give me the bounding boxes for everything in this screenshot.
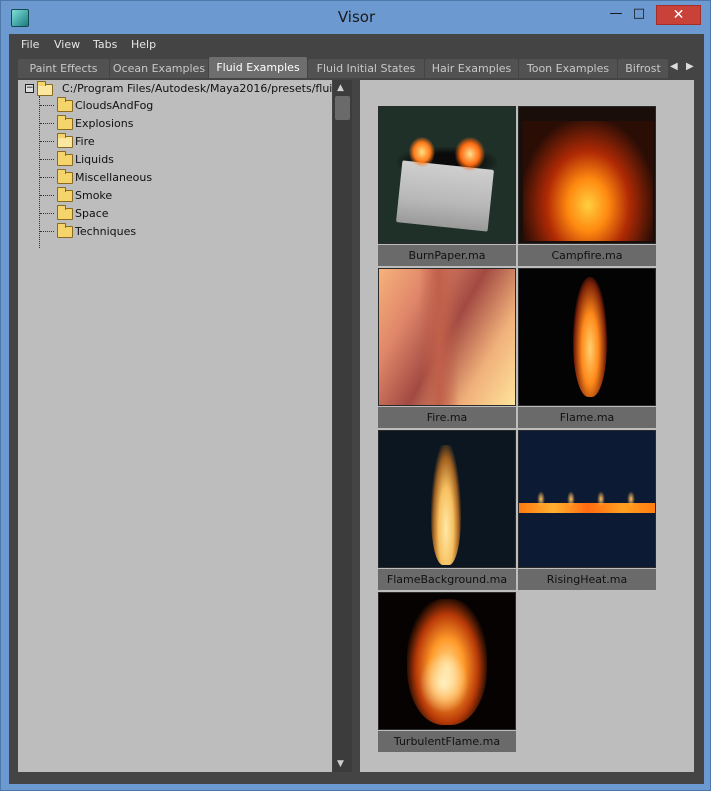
thumbnail-caption: Fire.ma: [378, 407, 516, 428]
thumbnail-caption: Flame.ma: [518, 407, 656, 428]
thumbnail-image[interactable]: [378, 592, 516, 730]
thumbnail-caption: RisingHeat.ma: [518, 569, 656, 590]
tree-connector: [40, 123, 54, 124]
menu-file[interactable]: File: [21, 38, 39, 51]
thumbnail-image[interactable]: [378, 106, 516, 244]
tree-root-path[interactable]: C:/Program Files/Autodesk/Maya2016/prese…: [62, 82, 332, 95]
thumbnail-image[interactable]: [518, 268, 656, 406]
art-flame: [573, 277, 607, 397]
tree-item-techniques[interactable]: Techniques: [75, 225, 136, 238]
tree-connector: [40, 105, 54, 106]
tree-connector: [40, 159, 54, 160]
tree-item-space[interactable]: Space: [75, 207, 109, 220]
thumbnail-turbulentflame[interactable]: TurbulentFlame.ma: [378, 592, 516, 754]
close-button[interactable]: ✕: [656, 5, 701, 25]
tree-scrollbar[interactable]: ▲ ▼: [333, 80, 352, 772]
tree-item-cloudsandfog[interactable]: CloudsAndFog: [75, 99, 153, 112]
thumbnail-image[interactable]: [518, 430, 656, 568]
art-flame: [455, 137, 485, 171]
tab-scroll-right-icon[interactable]: ▶: [686, 61, 694, 72]
tab-fluid-initial-states[interactable]: Fluid Initial States: [308, 59, 424, 78]
tree-item-smoke[interactable]: Smoke: [75, 189, 112, 202]
scrollbar-thumb[interactable]: [335, 96, 350, 120]
art-ember: [567, 491, 575, 507]
art-band: [419, 269, 459, 405]
art-flame-core: [419, 653, 469, 713]
menu-tabs[interactable]: Tabs: [93, 38, 117, 51]
thumbnail-burnpaper[interactable]: BurnPaper.ma: [378, 106, 516, 268]
menu-view[interactable]: View: [54, 38, 80, 51]
folder-icon: [57, 223, 73, 238]
thumbnail-image[interactable]: [378, 430, 516, 568]
thumbnail-flame[interactable]: Flame.ma: [518, 268, 656, 430]
tree-item-miscellaneous[interactable]: Miscellaneous: [75, 171, 152, 184]
menu-bar: File View Tabs Help: [9, 34, 704, 56]
thumbnail-flamebackground[interactable]: FlameBackground.ma: [378, 430, 516, 592]
tab-scroll-left-icon[interactable]: ◀: [670, 61, 678, 72]
visor-client-area: File View Tabs Help Paint Effects Ocean …: [9, 34, 704, 784]
art-ember: [627, 491, 635, 507]
thumbnail-caption: FlameBackground.ma: [378, 569, 516, 590]
tab-toon-examples[interactable]: Toon Examples: [519, 59, 617, 78]
thumbnail-grid: BurnPaper.ma Campfire.ma Fire.ma Flame.m…: [360, 80, 694, 772]
tree-item-liquids[interactable]: Liquids: [75, 153, 114, 166]
thumbnail-caption: Campfire.ma: [518, 245, 656, 266]
visor-window: Visor — □ ✕ File View Tabs Help Paint Ef…: [0, 0, 711, 791]
thumbnail-image[interactable]: [378, 268, 516, 406]
tab-ocean-examples[interactable]: Ocean Examples: [110, 59, 208, 78]
tree-connector: [40, 195, 54, 196]
tree-connector: [40, 231, 54, 232]
folder-icon: [57, 151, 73, 166]
art-flame: [431, 445, 461, 565]
folder-icon: [57, 187, 73, 202]
scroll-down-icon[interactable]: ▼: [337, 759, 344, 769]
tree-item-explosions[interactable]: Explosions: [75, 117, 133, 130]
thumbnail-fire[interactable]: Fire.ma: [378, 268, 516, 430]
folder-icon: [57, 205, 73, 220]
tab-fluid-examples[interactable]: Fluid Examples: [209, 57, 307, 78]
menu-help[interactable]: Help: [131, 38, 156, 51]
thumbnail-caption: TurbulentFlame.ma: [378, 731, 516, 752]
folder-icon: [57, 97, 73, 112]
tab-hair-examples[interactable]: Hair Examples: [425, 59, 518, 78]
collapse-toggle-icon[interactable]: −: [25, 84, 34, 93]
tab-bifrost[interactable]: Bifrost: [618, 59, 668, 78]
tab-paint-effects[interactable]: Paint Effects: [18, 59, 109, 78]
tab-bar: Paint Effects Ocean Examples Fluid Examp…: [9, 56, 704, 78]
thumbnail-risingheat[interactable]: RisingHeat.ma: [518, 430, 656, 592]
folder-tree: − C:/Program Files/Autodesk/Maya2016/pre…: [18, 80, 332, 772]
thumbnail-caption: BurnPaper.ma: [378, 245, 516, 266]
art-paper: [396, 160, 494, 232]
art-ember: [537, 491, 545, 507]
art-glow: [523, 121, 653, 241]
folder-icon: [57, 169, 73, 184]
folder-open-icon: [57, 133, 73, 148]
minimize-button[interactable]: —: [605, 5, 627, 25]
title-bar[interactable]: Visor — □ ✕: [1, 1, 711, 33]
thumbnail-campfire[interactable]: Campfire.ma: [518, 106, 656, 268]
folder-icon: [57, 115, 73, 130]
tree-connector: [40, 213, 54, 214]
thumbnail-image[interactable]: [518, 106, 656, 244]
tree-connector: [39, 96, 40, 248]
maximize-button[interactable]: □: [628, 5, 650, 25]
tree-item-fire[interactable]: Fire: [75, 135, 95, 148]
root-folder-icon: [37, 81, 53, 96]
art-ember: [597, 491, 605, 507]
art-flame: [409, 137, 435, 167]
scroll-up-icon[interactable]: ▲: [337, 83, 344, 93]
tree-connector: [40, 141, 54, 142]
tree-connector: [40, 177, 54, 178]
